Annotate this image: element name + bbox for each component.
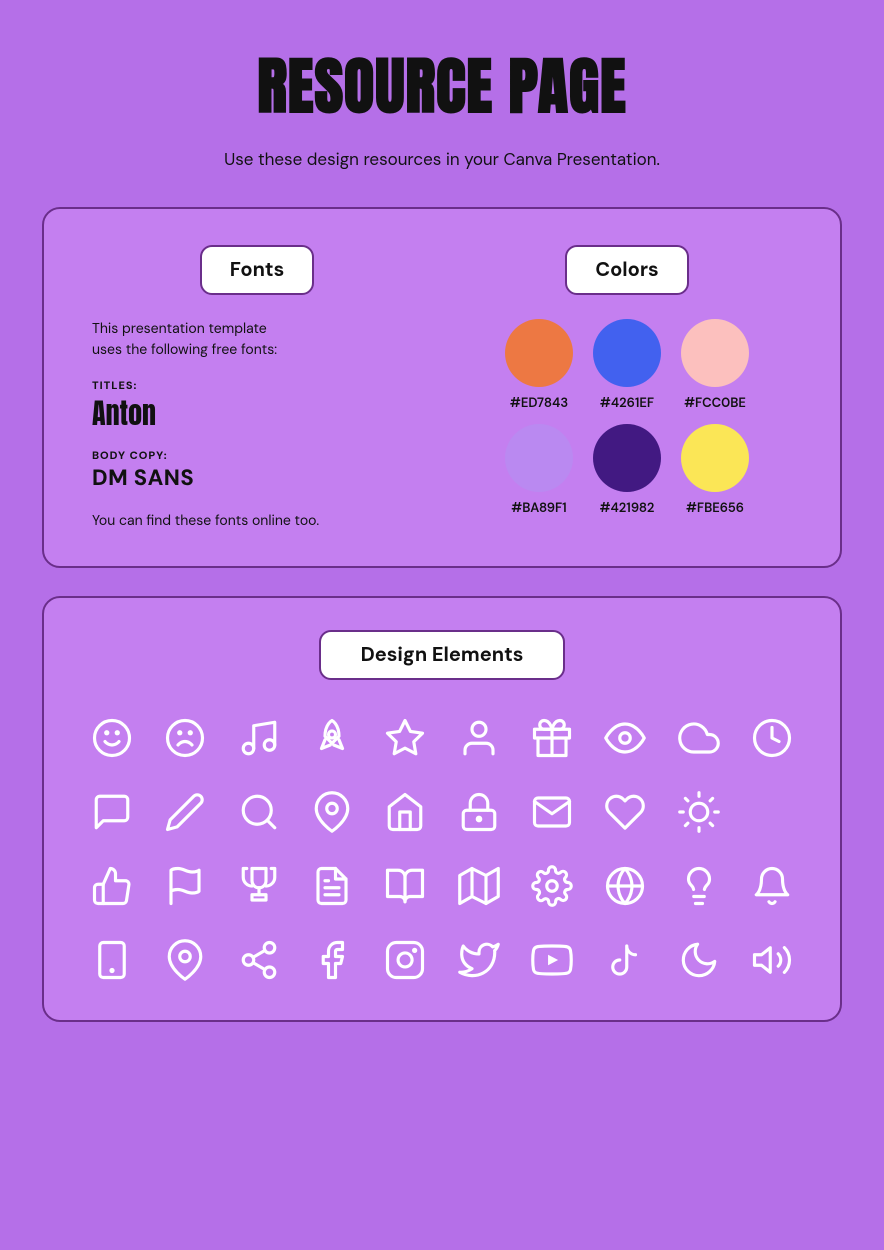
sad-icon xyxy=(157,710,213,766)
smiley-icon xyxy=(84,710,140,766)
pencil-icon xyxy=(157,784,213,840)
thumbsup-icon xyxy=(84,858,140,914)
twitter-icon xyxy=(451,932,507,988)
star-icon xyxy=(377,710,433,766)
design-elements-card: Design Elements xyxy=(42,596,842,1022)
color-hex-5: #421982 xyxy=(600,500,655,517)
flag-icon xyxy=(157,858,213,914)
icon-row-4 xyxy=(84,932,800,988)
fonts-description: This presentation template uses the foll… xyxy=(84,319,430,361)
chat-icon xyxy=(84,784,140,840)
page-subtitle: Use these design resources in your Canva… xyxy=(224,149,660,171)
tiktok-icon xyxy=(597,932,653,988)
titles-label: TITLES: xyxy=(92,379,430,393)
facebook-icon xyxy=(304,932,360,988)
font-item-titles: TITLES: Anton xyxy=(84,379,430,435)
sun-icon xyxy=(671,784,727,840)
fonts-label-box: Fonts xyxy=(200,245,314,295)
body-value: DM SANS xyxy=(92,463,430,492)
fonts-panel: Fonts This presentation template uses th… xyxy=(84,245,430,530)
map-icon xyxy=(451,858,507,914)
color-hex-4: #BA89F1 xyxy=(511,500,566,517)
rocket-icon xyxy=(304,710,360,766)
instagram-icon xyxy=(377,932,433,988)
color-circle-4 xyxy=(505,424,573,492)
icon-row-3 xyxy=(84,858,800,914)
page-title: RESOURCE PAGE xyxy=(257,40,626,133)
trophy-icon xyxy=(231,858,287,914)
globe-icon xyxy=(597,858,653,914)
color-hex-6: #FBE656 xyxy=(686,500,744,517)
color-row-2: #BA89F1 #421982 #FBE656 xyxy=(505,424,749,517)
fonts-desc-line1: This presentation template xyxy=(92,320,267,338)
colors-panel: Colors #ED7843 #4261EF #FCC0BE xyxy=(454,245,800,517)
color-item-6: #FBE656 xyxy=(681,424,749,517)
document-icon xyxy=(304,858,360,914)
color-grid: #ED7843 #4261EF #FCC0BE #BA89F1 xyxy=(454,319,800,517)
color-circle-2 xyxy=(593,319,661,387)
mail-icon xyxy=(524,784,580,840)
placeholder-1 xyxy=(744,784,800,840)
gear-icon xyxy=(524,858,580,914)
de-label-text: Design Elements xyxy=(361,642,524,668)
bell-icon xyxy=(744,858,800,914)
heart-icon xyxy=(597,784,653,840)
fonts-desc-line2: uses the following free fonts: xyxy=(92,341,277,359)
book-icon xyxy=(377,858,433,914)
colors-label-box: Colors xyxy=(565,245,688,295)
music-icon xyxy=(231,710,287,766)
megaphone-icon xyxy=(744,932,800,988)
mobile-icon xyxy=(84,932,140,988)
color-item-2: #4261EF xyxy=(593,319,661,412)
color-item-4: #BA89F1 xyxy=(505,424,573,517)
house-icon xyxy=(377,784,433,840)
youtube-icon xyxy=(524,932,580,988)
clock-icon xyxy=(744,710,800,766)
lock-icon xyxy=(451,784,507,840)
color-circle-6 xyxy=(681,424,749,492)
body-label: BODY COPY: xyxy=(92,449,430,463)
font-item-body: BODY COPY: DM SANS xyxy=(84,449,430,492)
color-item-1: #ED7843 xyxy=(505,319,573,412)
gift-icon xyxy=(524,710,580,766)
color-item-5: #421982 xyxy=(593,424,661,517)
color-hex-3: #FCC0BE xyxy=(684,395,746,412)
color-row-1: #ED7843 #4261EF #FCC0BE xyxy=(505,319,749,412)
de-label-box: Design Elements xyxy=(319,630,566,680)
icon-row-2 xyxy=(84,784,800,840)
moon-icon xyxy=(671,932,727,988)
eye-icon xyxy=(597,710,653,766)
fonts-label-text: Fonts xyxy=(230,257,284,283)
icon-row-1 xyxy=(84,710,800,766)
color-hex-1: #ED7843 xyxy=(510,395,568,412)
colors-label-text: Colors xyxy=(595,257,658,283)
share-icon xyxy=(231,932,287,988)
color-circle-3 xyxy=(681,319,749,387)
fonts-colors-card: Fonts This presentation template uses th… xyxy=(42,207,842,568)
search-icon xyxy=(231,784,287,840)
titles-value: Anton xyxy=(92,393,430,435)
color-hex-2: #4261EF xyxy=(600,395,654,412)
pin-icon xyxy=(304,784,360,840)
bulb-icon xyxy=(671,858,727,914)
fonts-footer: You can find these fonts online too. xyxy=(84,512,430,530)
location-icon xyxy=(157,932,213,988)
color-circle-1 xyxy=(505,319,573,387)
color-circle-5 xyxy=(593,424,661,492)
color-item-3: #FCC0BE xyxy=(681,319,749,412)
cloud-icon xyxy=(671,710,727,766)
person-icon xyxy=(451,710,507,766)
icon-grid xyxy=(84,710,800,988)
de-label: Design Elements xyxy=(84,630,800,680)
